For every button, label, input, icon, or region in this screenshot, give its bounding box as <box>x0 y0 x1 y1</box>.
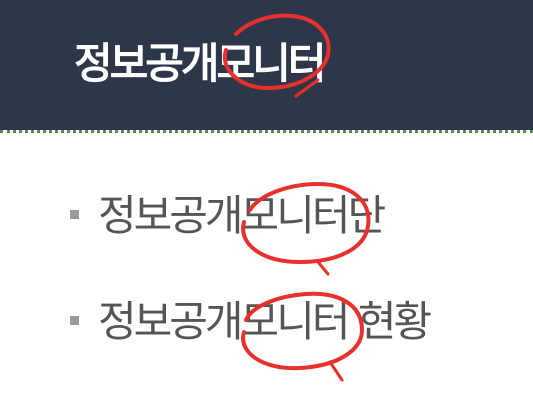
square-bullet-icon <box>70 316 79 325</box>
page-title: 정보공개모니터 <box>74 39 326 88</box>
red-circle-tail-item2 <box>328 360 344 382</box>
header-bar: 정보공개모니터 <box>0 0 533 130</box>
header-divider <box>0 130 533 133</box>
list-item-label: 정보공개모니터 현황 <box>98 297 432 346</box>
red-circle-tail-item1 <box>316 260 330 276</box>
square-bullet-icon <box>70 210 79 219</box>
list-item-label: 정보공개모니터단 <box>98 191 386 240</box>
